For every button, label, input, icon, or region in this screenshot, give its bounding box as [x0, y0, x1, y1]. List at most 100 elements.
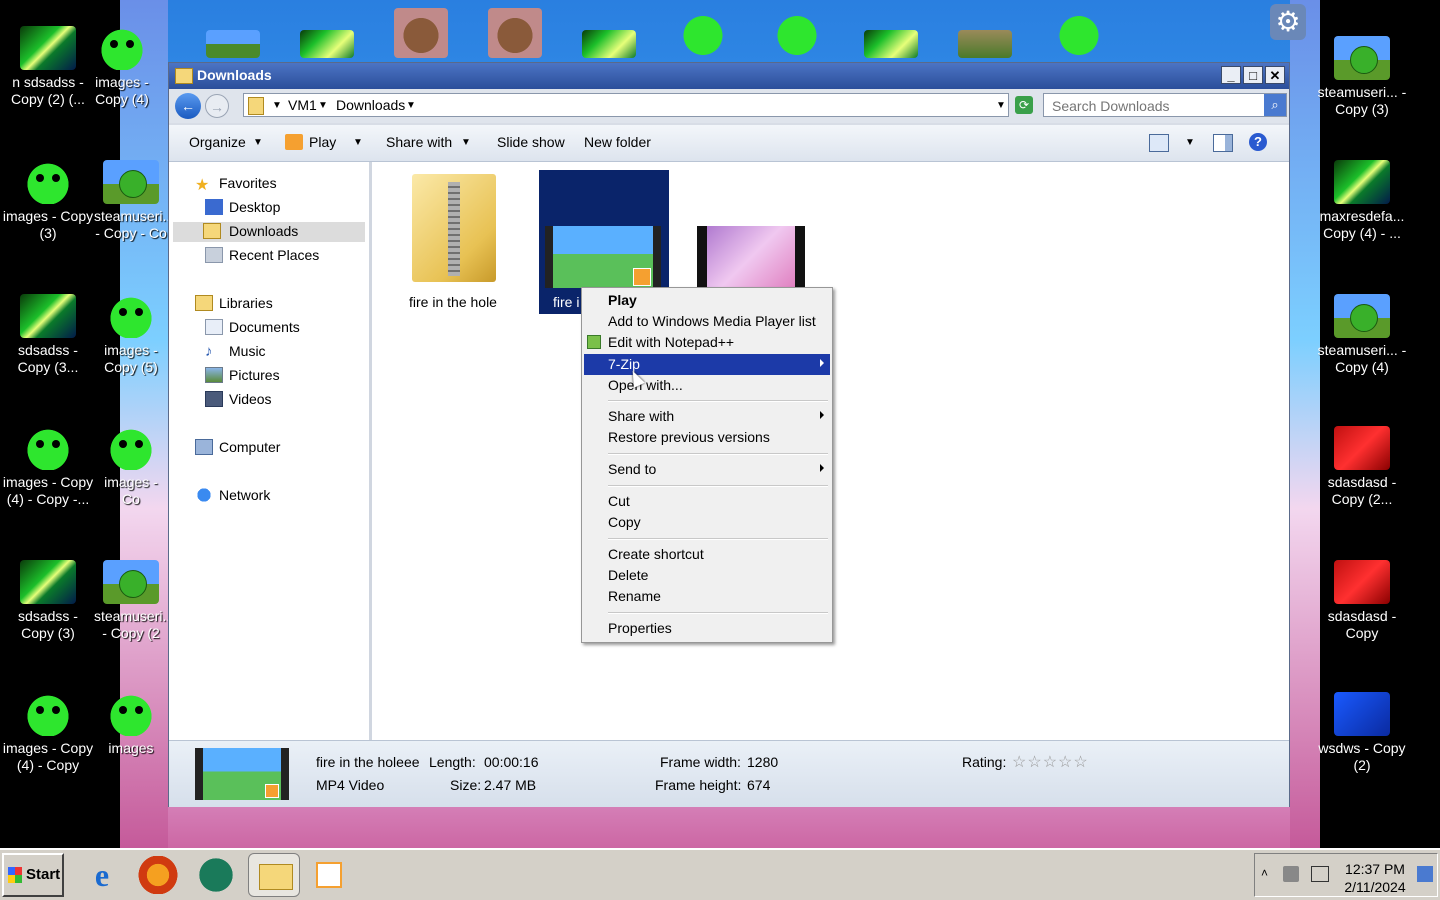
slide-show-button[interactable]: Slide show: [497, 134, 565, 150]
preview-pane-icon[interactable]: [1213, 134, 1233, 152]
network-icon[interactable]: [1311, 866, 1329, 882]
new-folder-button[interactable]: New folder: [584, 134, 651, 150]
desktop-icon[interactable]: images - Co: [94, 426, 168, 508]
desktop-icon[interactable]: sdasdasd - Copy (2...: [1314, 426, 1410, 508]
close-button[interactable]: ✕: [1265, 66, 1285, 84]
maximize-button[interactable]: □: [1243, 66, 1263, 84]
organize-button[interactable]: Organize: [189, 134, 246, 150]
desktop-icon-label: maxresdefa... Copy (4) - ...: [1319, 208, 1405, 241]
app-icon[interactable]: [196, 856, 236, 894]
title-bar[interactable]: Downloads _ □ ✕: [169, 63, 1289, 89]
search-input[interactable]: [1050, 96, 1254, 116]
menu-item-edit-notepadpp[interactable]: Edit with Notepad++: [584, 332, 830, 353]
menu-item-cut[interactable]: Cut: [584, 491, 830, 512]
desktop-icon[interactable]: images: [94, 692, 168, 757]
internet-explorer-icon[interactable]: e: [82, 856, 122, 894]
speaker-muted-icon[interactable]: [1283, 866, 1299, 882]
thumb-green[interactable]: [676, 8, 730, 58]
desktop-icon[interactable]: steamuseri... - Copy (2: [94, 560, 168, 642]
thumb-laser[interactable]: [582, 30, 636, 58]
file-item-zip[interactable]: fire in the hole: [388, 170, 518, 320]
thumb-laser[interactable]: [300, 30, 354, 58]
menu-item-delete[interactable]: Delete: [584, 565, 830, 586]
desktop-icon-label: sdasdasd - Copy: [1327, 608, 1397, 641]
desktop-icon[interactable]: n sdsadss - Copy (2) (...: [0, 26, 96, 108]
image-icon: [1334, 160, 1390, 204]
start-button[interactable]: Start: [2, 853, 64, 897]
desktop-icon[interactable]: steamuseri... - Copy (3): [1314, 36, 1410, 118]
address-bar[interactable]: ▼ VM1 ▼ Downloads ▼ ▼: [243, 93, 1009, 117]
details-length-value: 00:00:16: [484, 754, 539, 770]
chevron-down-icon[interactable]: ▼: [353, 137, 363, 148]
menu-item-play[interactable]: Play: [584, 290, 830, 311]
breadcrumb-downloads[interactable]: Downloads: [336, 97, 405, 113]
thumb-steam[interactable]: [206, 30, 260, 58]
thumb-green[interactable]: [1052, 8, 1106, 58]
folder-icon: [175, 68, 193, 84]
menu-separator: [608, 453, 828, 455]
history-dropdown-icon[interactable]: ▼: [996, 100, 1006, 111]
desktop-icon[interactable]: sdsadss - Copy (3...: [0, 294, 96, 376]
image-icon: [1334, 692, 1390, 736]
media-player-icon[interactable]: [310, 856, 350, 894]
desktop-icon[interactable]: images - Copy (4) - Copy -...: [0, 426, 96, 508]
image-icon: [94, 26, 150, 70]
desktop-icon[interactable]: images - Copy (5): [94, 294, 168, 376]
refresh-icon[interactable]: ⟳: [1015, 96, 1033, 114]
nav-downloads[interactable]: Downloads: [173, 222, 365, 242]
breadcrumb-vm1[interactable]: VM1: [288, 97, 317, 113]
menu-item-restore[interactable]: Restore previous versions: [584, 427, 830, 448]
minimize-button[interactable]: _: [1221, 66, 1241, 84]
file-item-video-2[interactable]: [692, 222, 822, 292]
desktop-icon[interactable]: steamuseri... - Copy - Co: [94, 160, 168, 242]
change-view-icon[interactable]: [1149, 134, 1169, 152]
thumb-green[interactable]: [770, 8, 824, 58]
share-with-button[interactable]: Share with: [386, 134, 452, 150]
explorer-taskbar-button[interactable]: [248, 853, 300, 897]
desktop-icon-label: wsdws - Copy (2): [1318, 740, 1406, 773]
desktop-icon[interactable]: images - Copy (4): [92, 26, 152, 108]
desktop-icon[interactable]: sdsadss - Copy (3): [0, 560, 96, 642]
menu-item-rename[interactable]: Rename: [584, 586, 830, 607]
desktop-icon[interactable]: steamuseri... - Copy (4): [1314, 294, 1410, 376]
desktop-icon-label: sdasdasd - Copy (2...: [1327, 474, 1397, 507]
menu-item-send-to[interactable]: Send to: [584, 459, 830, 480]
details-length-label: Length:: [429, 754, 476, 770]
menu-item-create-shortcut[interactable]: Create shortcut: [584, 544, 830, 565]
menu-item-open-with[interactable]: Open with...: [584, 375, 830, 396]
firefox-icon[interactable]: [138, 856, 178, 894]
play-button[interactable]: Play: [309, 134, 336, 150]
search-box[interactable]: ⌕: [1043, 93, 1287, 117]
search-icon[interactable]: ⌕: [1264, 94, 1286, 116]
thumb-laser[interactable]: [864, 30, 918, 58]
chevron-down-icon[interactable]: ▼: [406, 100, 416, 111]
back-button[interactable]: ←: [175, 93, 201, 119]
desktop-icon[interactable]: wsdws - Copy (2): [1314, 692, 1410, 774]
forward-button[interactable]: →: [205, 94, 229, 118]
desktop-icon[interactable]: sdasdasd - Copy: [1314, 560, 1410, 642]
desktop-icon[interactable]: images - Copy (4) - Copy: [0, 692, 96, 774]
chevron-down-icon[interactable]: ▼: [318, 100, 328, 111]
gear-icon[interactable]: ⚙: [1270, 4, 1306, 40]
chevron-up-icon[interactable]: ˄: [1261, 866, 1268, 880]
clock[interactable]: 12:37 PM 2/11/2024: [1341, 860, 1409, 896]
desktop-icon[interactable]: maxresdefa... Copy (4) - ...: [1314, 160, 1410, 242]
desktop-icon-label: n sdsadss - Copy (2) (...: [11, 74, 85, 107]
thumb-face[interactable]: [488, 8, 542, 58]
menu-item-add-wmp[interactable]: Add to Windows Media Player list: [584, 311, 830, 332]
rating-stars[interactable]: ☆☆☆☆☆: [1012, 752, 1089, 772]
desktop-icon[interactable]: images - Copy (3): [0, 160, 96, 242]
menu-item-7zip[interactable]: 7-Zip: [584, 354, 830, 375]
thumb-car[interactable]: [958, 30, 1012, 58]
help-icon[interactable]: ?: [1249, 133, 1267, 151]
menu-item-properties[interactable]: Properties: [584, 618, 830, 639]
chevron-down-icon[interactable]: ▼: [272, 100, 282, 111]
thumb-face[interactable]: [394, 8, 448, 58]
chevron-down-icon[interactable]: ▼: [461, 137, 471, 148]
menu-item-share-with[interactable]: Share with: [584, 406, 830, 427]
show-desktop-icon[interactable]: [1417, 866, 1433, 882]
file-name: fire in the hole: [409, 294, 497, 310]
chevron-down-icon[interactable]: ▼: [253, 137, 263, 148]
menu-item-copy[interactable]: Copy: [584, 512, 830, 533]
chevron-down-icon[interactable]: ▼: [1185, 137, 1195, 148]
